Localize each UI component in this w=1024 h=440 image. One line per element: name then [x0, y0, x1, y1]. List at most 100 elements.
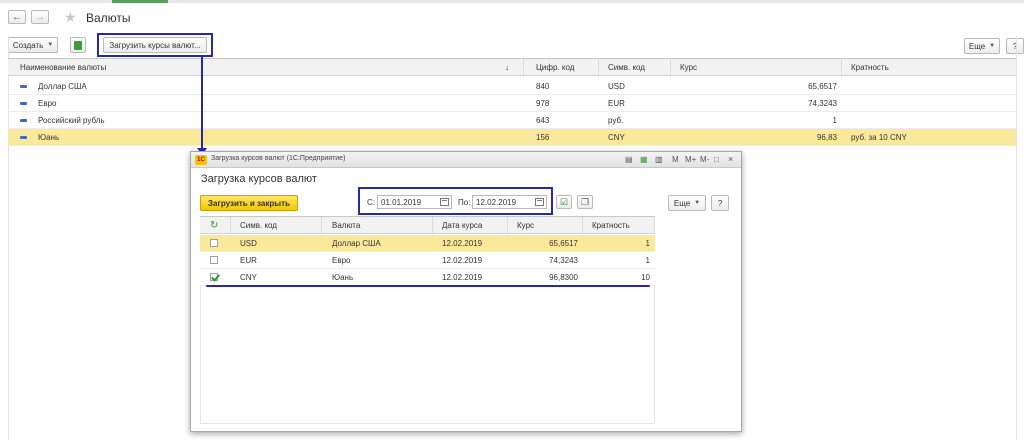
column-header-rate[interactable]: Курс — [680, 59, 697, 75]
column-divider[interactable] — [230, 217, 231, 233]
maximize-icon[interactable]: □ — [714, 155, 719, 164]
column-header-multiplicity[interactable]: Кратность — [851, 59, 889, 75]
dialog-heading: Загрузка курсов валют — [201, 173, 317, 185]
from-date-value: 01.01.2019 — [381, 197, 422, 207]
num-code: 840 — [536, 81, 550, 91]
currency-row[interactable]: Доллар США 840 USD 65,6517 — [8, 78, 1016, 95]
currency-grid-header: Наименование валюты ↓ Цифр. код Симв. ко… — [8, 58, 1016, 76]
select-all-button[interactable]: ☑ — [556, 195, 572, 209]
dialog-more-button[interactable]: Еще ▼ — [668, 195, 706, 211]
calendar-icon[interactable]: ▥ — [655, 155, 663, 164]
num-code: 156 — [536, 132, 550, 142]
column-header-currency[interactable]: Валюта — [332, 217, 360, 233]
currency-row[interactable]: Российский рубль 643 руб. 1 — [8, 112, 1016, 129]
row-checkbox[interactable] — [210, 256, 218, 264]
page-title: Валюты — [86, 11, 131, 25]
export-excel-button[interactable] — [70, 37, 86, 53]
column-header-multiplicity[interactable]: Кратность — [592, 217, 630, 233]
load-rates-button[interactable]: Загрузить курсы валют... — [103, 37, 207, 53]
column-header-num-code[interactable]: Цифр. код — [536, 59, 574, 75]
multiplicity: руб. за 10 CNY — [851, 132, 907, 142]
sym-code: руб. — [608, 115, 624, 125]
from-date-input[interactable]: 01.01.2019 — [377, 195, 452, 209]
row-checkbox-checked[interactable] — [210, 273, 218, 281]
forward-arrow-icon: → — [35, 11, 45, 23]
column-divider[interactable] — [841, 59, 842, 75]
currency-icon — [20, 118, 27, 122]
rate-value: 65,6517 — [808, 81, 837, 91]
dialog-titlebar[interactable]: 1С Загрузка курсов валют (1С:Предприятие… — [191, 152, 741, 168]
more-button-label: Еще — [968, 41, 986, 51]
rate-date: 12.02.2019 — [442, 238, 483, 248]
num-code: 643 — [536, 115, 550, 125]
currency-name: Российский рубль — [38, 115, 105, 125]
rate-value: 65,6517 — [549, 238, 578, 248]
rate-value: 96,8300 — [549, 272, 578, 282]
to-date-input[interactable]: 12.02.2019 — [472, 195, 547, 209]
column-divider[interactable] — [432, 217, 433, 233]
column-divider[interactable] — [670, 59, 671, 75]
load-and-close-button[interactable]: Загрузить и закрыть — [200, 195, 298, 211]
column-divider[interactable] — [321, 217, 322, 233]
spreadsheet-icon[interactable]: ▦ — [640, 155, 648, 164]
active-tab-indicator — [112, 0, 168, 3]
dropdown-caret-icon: ▼ — [694, 200, 701, 206]
from-date-label: С: — [367, 198, 375, 207]
currency-name: Юань — [38, 132, 60, 142]
print-icon[interactable]: ▤ — [625, 155, 633, 164]
currency-name: Доллар США — [38, 81, 87, 91]
rate-value: 1 — [832, 115, 837, 125]
rate-row[interactable]: CNY Юань 12.02.2019 96,8300 10 — [200, 269, 655, 286]
column-divider[interactable] — [507, 217, 508, 233]
row-checkbox[interactable] — [210, 239, 218, 247]
calendar-picker-icon[interactable] — [535, 198, 544, 206]
currency-icon — [20, 84, 27, 88]
rates-grid-empty-area — [200, 286, 655, 424]
more-button[interactable]: Еще ▼ — [964, 38, 1000, 54]
multiplicity: 1 — [645, 255, 650, 265]
num-code: 978 — [536, 98, 550, 108]
copy-icon: ❐ — [580, 196, 590, 207]
annotation-arrow-line — [201, 57, 203, 150]
memory-m-icon[interactable]: M — [672, 155, 679, 164]
close-icon[interactable]: × — [728, 154, 733, 164]
rate-row[interactable]: EUR Евро 12.02.2019 74,3243 1 — [200, 252, 655, 269]
copy-button[interactable]: ❐ — [577, 195, 593, 209]
currency-icon — [20, 135, 27, 139]
column-header-sym-code[interactable]: Симв. код — [240, 217, 277, 233]
forward-button[interactable]: → — [31, 10, 49, 24]
1c-logo-icon: 1С — [195, 155, 207, 165]
right-border — [1016, 36, 1024, 440]
column-header-rate[interactable]: Курс — [517, 217, 534, 233]
currency-icon — [20, 101, 27, 105]
sort-down-icon[interactable]: ↓ — [505, 59, 509, 75]
currency-row[interactable]: Евро 978 EUR 74,3243 — [8, 95, 1016, 112]
create-button[interactable]: Создать ▼ — [8, 37, 58, 53]
dialog-help-button[interactable]: ? — [711, 195, 729, 211]
column-header-name[interactable]: Наименование валюты — [20, 59, 106, 75]
column-header-rate-date[interactable]: Дата курса — [442, 217, 482, 233]
column-divider[interactable] — [598, 59, 599, 75]
column-header-sym-code[interactable]: Симв. код — [608, 59, 645, 75]
back-button[interactable]: ← — [8, 10, 26, 24]
dialog-more-label: Еще — [673, 198, 691, 208]
sym-code: EUR — [240, 255, 257, 265]
currency-row-selected[interactable]: Юань 156 CNY 96,83 руб. за 10 CNY — [8, 129, 1016, 146]
check-list-icon: ☑ — [559, 196, 569, 207]
dropdown-caret-icon: ▼ — [47, 42, 54, 48]
top-tab-strip — [0, 0, 1024, 3]
memory-plus-icon[interactable]: M+ — [685, 155, 696, 164]
column-divider[interactable] — [582, 217, 583, 233]
rate-row-selected[interactable]: USD Доллар США 12.02.2019 65,6517 1 — [200, 235, 655, 252]
sym-code: CNY — [240, 272, 257, 282]
memory-minus-icon[interactable]: M- — [700, 155, 709, 164]
column-divider[interactable] — [523, 59, 524, 75]
refresh-icon[interactable]: ↻ — [210, 217, 218, 233]
currency-name: Евро — [38, 98, 57, 108]
sym-code: USD — [240, 238, 257, 248]
calendar-picker-icon[interactable] — [440, 198, 449, 206]
favorite-star-icon[interactable]: ★ — [64, 10, 77, 24]
rate-value: 74,3243 — [549, 255, 578, 265]
column-divider[interactable] — [654, 217, 655, 233]
to-date-value: 12.02.2019 — [476, 197, 517, 207]
